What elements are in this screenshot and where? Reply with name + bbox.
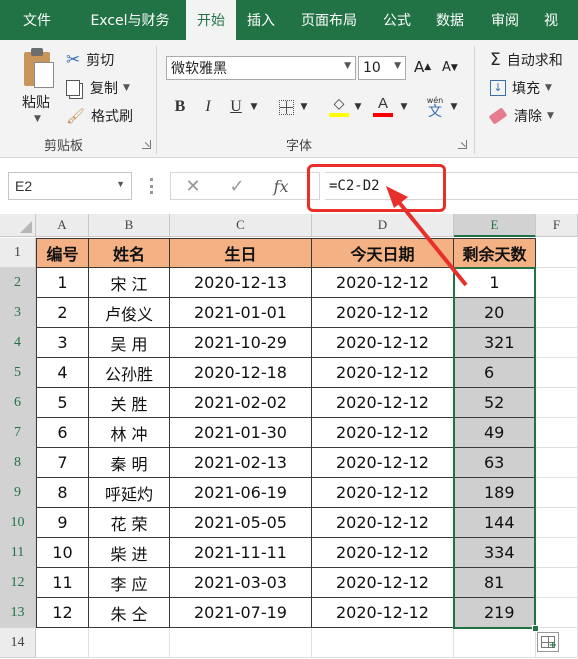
annotation-arrow — [386, 186, 468, 287]
excel-window: 文件 Excel与财务 开始 插入 页面布局 公式 数据 审阅 视 粘贴 ▼ ✂… — [0, 0, 578, 659]
